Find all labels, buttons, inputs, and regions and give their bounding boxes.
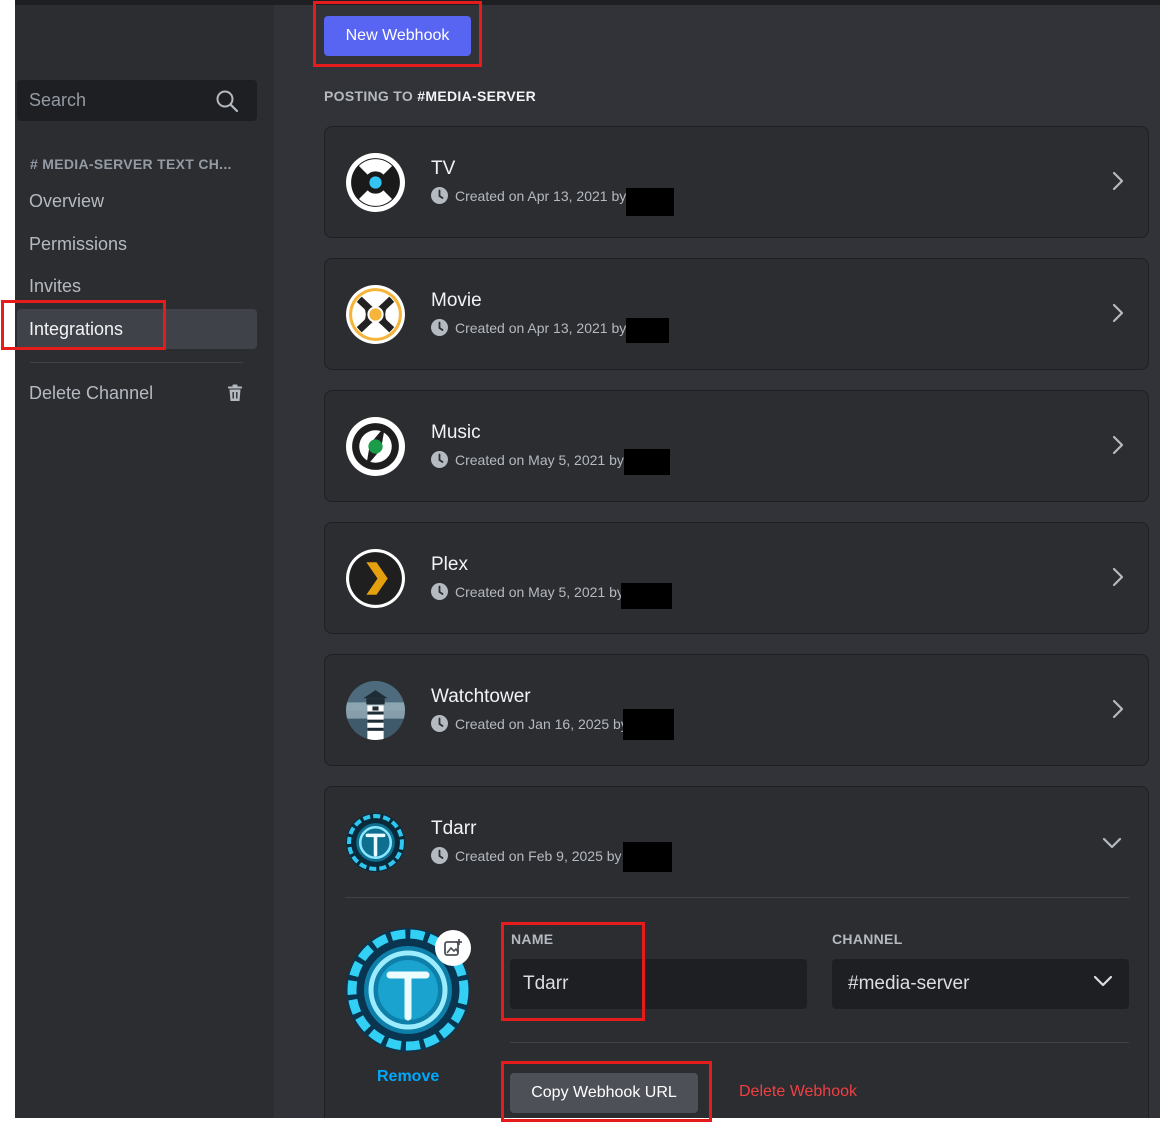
channel-select[interactable]: #media-server <box>832 959 1129 1009</box>
name-field-label: NAME <box>511 931 554 947</box>
webhook-name: Watchtower <box>431 686 531 707</box>
sidebar-search[interactable]: Search <box>17 80 257 121</box>
posting-to-prefix: POSTING TO <box>324 88 418 104</box>
webhook-created-text: Created on Apr 13, 2021 by <box>455 187 627 204</box>
posting-to-header: POSTING TO #MEDIA-SERVER <box>324 88 536 104</box>
redacted-username <box>626 188 674 216</box>
clock-icon <box>431 451 448 468</box>
webhook-created-meta: Created on Jan 16, 2025 by <box>431 715 628 732</box>
webhook-card-movie[interactable]: Movie Created on Apr 13, 2021 by <box>324 258 1149 370</box>
clock-icon <box>431 187 448 204</box>
new-webhook-button[interactable]: New Webhook <box>324 16 471 56</box>
sidebar-item-integrations[interactable]: Integrations <box>17 309 257 349</box>
webhook-name: Movie <box>431 290 482 311</box>
remove-avatar-link[interactable]: Remove <box>377 1068 439 1086</box>
redacted-username <box>624 449 670 475</box>
redacted-username <box>623 709 674 740</box>
sidebar-item-label: Integrations <box>29 318 124 339</box>
sidebar-divider <box>30 362 243 363</box>
search-icon[interactable] <box>215 89 239 113</box>
delete-webhook-button[interactable]: Delete Webhook <box>739 1083 857 1101</box>
sidebar-item-overview[interactable]: Overview <box>17 181 257 221</box>
webhook-created-meta: Created on Apr 13, 2021 by <box>431 319 626 336</box>
webhook-card-music[interactable]: Music Created on May 5, 2021 by <box>324 390 1149 502</box>
clock-icon <box>431 847 448 864</box>
sidebar-item-invites[interactable]: Invites <box>17 266 257 306</box>
webhook-name: Plex <box>431 554 468 575</box>
card-divider <box>345 897 1129 898</box>
channel-settings-window: Search # MEDIA-SERVER TEXT CH... Overvie… <box>15 0 1160 1118</box>
card-divider <box>510 1042 1129 1043</box>
sidebar-item-label: Invites <box>29 275 82 296</box>
webhook-created-meta: Created on May 5, 2021 by <box>431 583 624 600</box>
sidebar-item-permissions[interactable]: Permissions <box>17 224 257 264</box>
lidarr-icon <box>346 417 405 476</box>
chevron-down-icon <box>1093 975 1113 987</box>
chevron-right-icon[interactable] <box>1112 567 1124 587</box>
sidebar-item-delete-channel[interactable]: Delete Channel <box>17 373 257 413</box>
webhook-name: Music <box>431 422 481 443</box>
webhook-card-plex[interactable]: Plex Created on May 5, 2021 by <box>324 522 1149 634</box>
webhook-card-tv[interactable]: TV Created on Apr 13, 2021 by <box>324 126 1149 238</box>
sidebar-item-label: Delete Channel <box>29 382 154 403</box>
chevron-right-icon[interactable] <box>1112 699 1124 719</box>
webhook-card-watchtower[interactable]: Watchtower Created on Jan 16, 2025 by <box>324 654 1149 766</box>
sidebar-item-label: Overview <box>29 190 105 211</box>
webhook-created-text: Created on May 5, 2021 by <box>455 583 624 600</box>
channel-field-label: CHANNEL <box>832 931 903 947</box>
channel-select-value: #media-server <box>848 973 970 994</box>
radarr-icon <box>346 285 405 344</box>
sonarr-icon <box>346 153 405 212</box>
upload-image-button[interactable] <box>435 930 471 966</box>
webhook-name-input[interactable]: Tdarr <box>510 959 807 1009</box>
redacted-username <box>623 842 672 872</box>
webhook-created-meta: Created on Apr 13, 2021 by <box>431 187 626 204</box>
chevron-down-icon[interactable] <box>1102 837 1122 849</box>
copy-webhook-url-button[interactable]: Copy Webhook URL <box>510 1073 698 1113</box>
webhook-created-meta: Created on May 5, 2021 by <box>431 451 624 468</box>
chevron-right-icon[interactable] <box>1112 171 1124 191</box>
search-placeholder: Search <box>29 90 87 110</box>
channel-category-header: # MEDIA-SERVER TEXT CH... <box>30 156 232 172</box>
plex-icon <box>346 549 405 608</box>
webhook-created-text: Created on Feb 9, 2025 by <box>455 847 622 864</box>
watchtower-icon <box>346 681 405 740</box>
webhook-created-meta: Created on Feb 9, 2025 by <box>431 847 622 864</box>
tdarr-icon <box>346 813 405 872</box>
redacted-username <box>621 583 672 609</box>
clock-icon <box>431 583 448 600</box>
trash-icon <box>228 384 242 401</box>
image-upload-icon <box>444 939 462 956</box>
chevron-right-icon[interactable] <box>1112 435 1124 455</box>
webhook-card-tdarr[interactable]: Tdarr Created on Feb 9, 2025 by Remove N… <box>324 786 1149 1118</box>
webhook-created-text: Created on Apr 13, 2021 by <box>455 319 627 336</box>
webhook-created-text: Created on Jan 16, 2025 by <box>455 715 628 732</box>
webhook-name: Tdarr <box>431 818 477 839</box>
integrations-panel: New Webhook POSTING TO #MEDIA-SERVER TV … <box>274 5 1160 1118</box>
clock-icon <box>431 715 448 732</box>
chevron-right-icon[interactable] <box>1112 303 1124 323</box>
settings-sidebar: Search # MEDIA-SERVER TEXT CH... Overvie… <box>15 5 274 1118</box>
redacted-username <box>626 318 669 343</box>
posting-to-channel: #MEDIA-SERVER <box>417 88 537 104</box>
clock-icon <box>431 319 448 336</box>
webhook-created-text: Created on May 5, 2021 by <box>455 451 624 468</box>
sidebar-item-label: Permissions <box>29 233 128 254</box>
webhook-name: TV <box>431 158 456 179</box>
